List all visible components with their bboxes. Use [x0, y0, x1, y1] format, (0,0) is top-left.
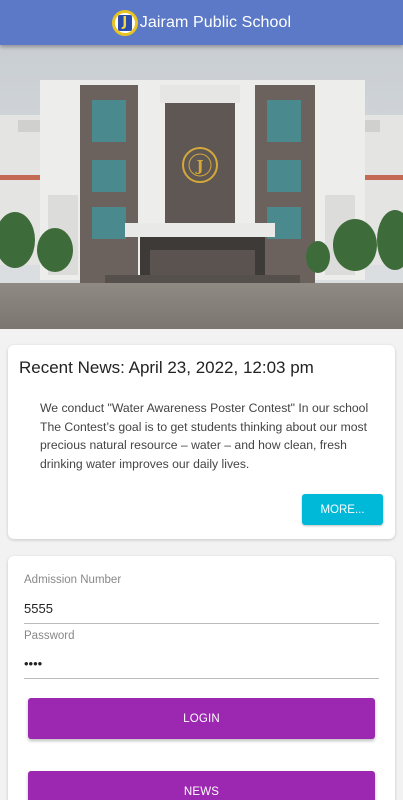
news-body: We conduct "Water Awareness Poster Conte…	[40, 401, 369, 471]
news-heading: Recent News: April 23, 2022, 12:03 pm	[19, 358, 314, 377]
app-title: Jairam Public School	[139, 13, 292, 31]
news-button[interactable]: NEWS	[28, 771, 375, 800]
admission-number-input[interactable]: 5555	[24, 601, 379, 624]
app-bar: J Jairam Public School	[0, 0, 403, 45]
school-logo-icon: J	[111, 9, 138, 36]
school-building-image: J	[0, 45, 403, 329]
logo-letter: J	[117, 14, 132, 31]
password-input[interactable]: ••••	[24, 656, 379, 679]
crest-letter: J	[194, 157, 203, 175]
login-card: Admission Number 5555 Password •••• LOGI…	[8, 556, 395, 800]
password-label: Password	[24, 630, 75, 642]
more-button[interactable]: MORE...	[302, 494, 383, 525]
login-button[interactable]: LOGIN	[28, 698, 375, 739]
recent-news-card: Recent News: April 23, 2022, 12:03 pm We…	[8, 345, 395, 539]
admission-number-label: Admission Number	[24, 574, 122, 586]
